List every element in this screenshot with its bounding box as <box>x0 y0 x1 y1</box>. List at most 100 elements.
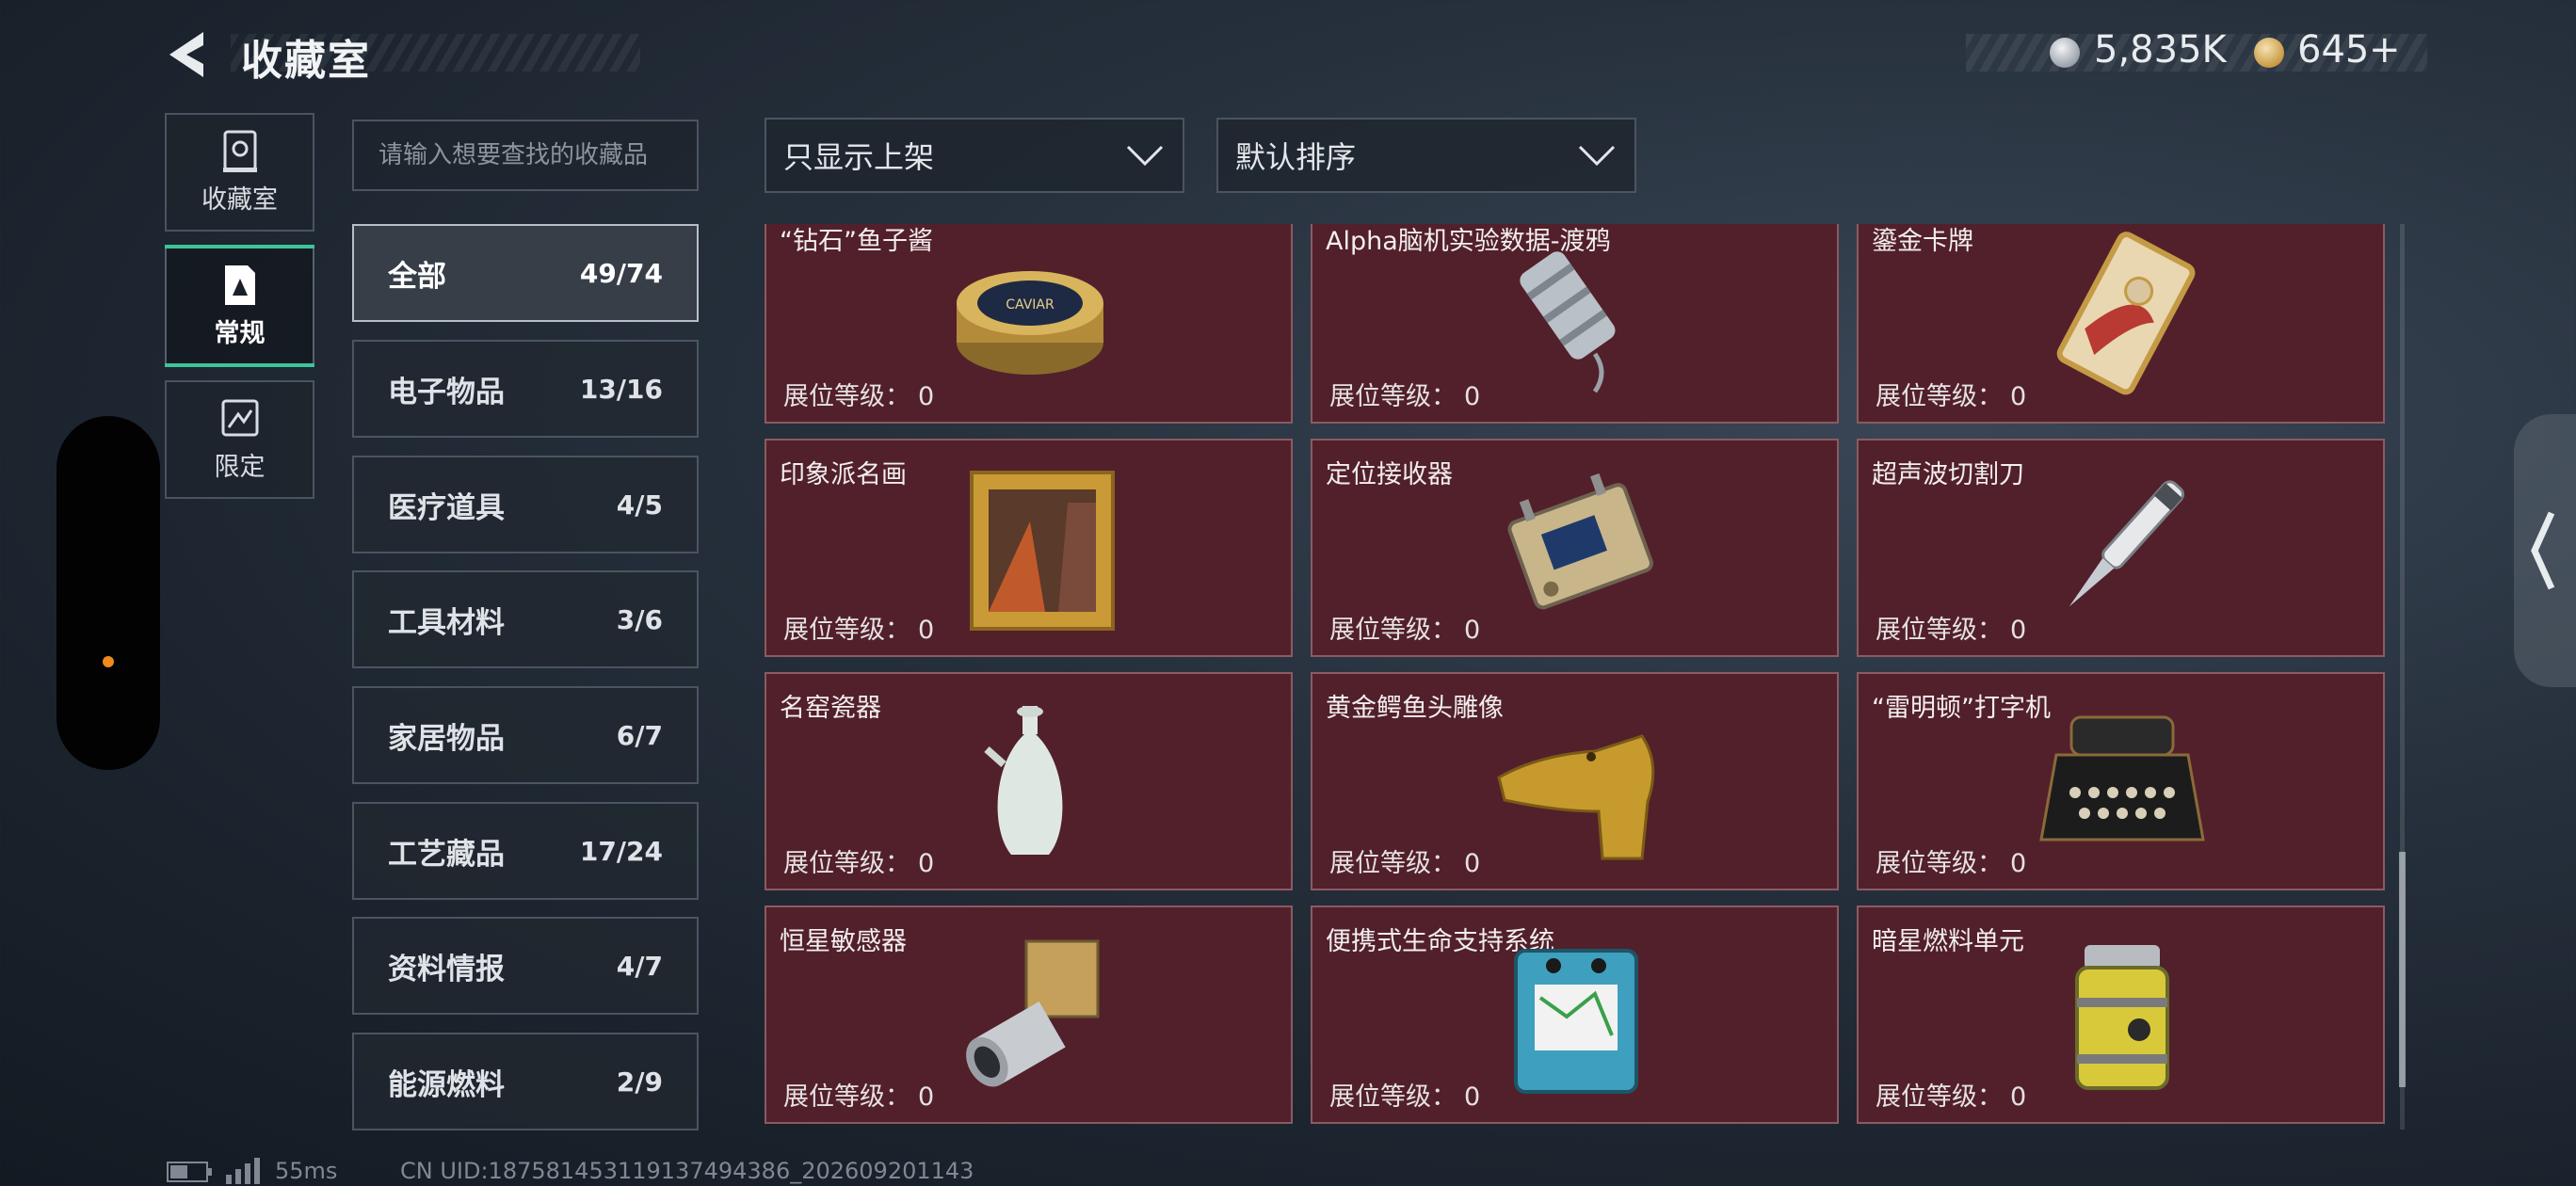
collection-grid[interactable]: “钻石”鱼子酱 CAVIAR 展位等级： 0 Alpha脑机实验数据-渡鸦 展位等… <box>763 224 2388 1128</box>
category-all[interactable]: 全部 49/74 <box>352 224 699 322</box>
framed-painting-icon <box>970 471 1115 631</box>
category-name: 能源燃料 <box>388 1067 505 1102</box>
gold-currency-amount: 645 <box>2297 28 2370 72</box>
search-field[interactable] <box>352 120 699 191</box>
item-name: 超声波切割刀 <box>1872 460 2024 489</box>
right-panel-tab[interactable] <box>2514 414 2576 687</box>
porcelain-vase-icon <box>984 706 1063 855</box>
back-button[interactable] <box>162 26 215 83</box>
level-value: 0 <box>2010 382 2027 411</box>
category-count: 6/7 <box>616 719 663 751</box>
item-level-row: 展位等级： 0 <box>1876 1076 2026 1113</box>
gilded-card-icon <box>2056 232 2196 395</box>
page-title: 收藏室 <box>241 37 371 85</box>
chevron-left-icon <box>2531 511 2555 590</box>
category-intel[interactable]: 资料情报 4/7 <box>352 917 699 1015</box>
golden-crocodile-statue-icon <box>1497 734 1655 860</box>
sort-dropdown[interactable]: 默认排序 <box>1216 118 1636 193</box>
collection-item-card[interactable]: “雷明顿”打字机 展位等级： 0 <box>1857 672 2385 890</box>
level-value: 0 <box>2010 616 2027 645</box>
nav-tab-label: 限定 <box>214 452 266 482</box>
collection-item-card[interactable]: 定位接收器 展位等级： 0 <box>1311 439 1839 657</box>
level-label: 展位等级： <box>1329 616 1457 645</box>
category-name: 全部 <box>388 259 446 294</box>
item-name: 恒星敏感器 <box>780 927 907 956</box>
item-name: 名窑瓷器 <box>780 694 881 723</box>
level-value: 0 <box>1464 616 1481 645</box>
nav-tab-limited[interactable]: 限定 <box>165 380 314 499</box>
nav-tab-collection-room[interactable]: 收藏室 <box>165 113 314 232</box>
add-currency-button[interactable]: + <box>2369 28 2401 72</box>
level-label: 展位等级： <box>1329 849 1457 878</box>
svg-text:CAVIAR: CAVIAR <box>1006 297 1055 313</box>
collection-item-card[interactable]: 印象派名画 展位等级： 0 <box>765 439 1293 657</box>
category-name: 工具材料 <box>388 605 505 640</box>
gold-coin-icon <box>2254 38 2284 68</box>
category-name: 工艺藏品 <box>388 837 505 872</box>
search-input[interactable] <box>354 121 697 189</box>
item-level-row: 展位等级： 0 <box>1876 842 2026 879</box>
collection-item-card[interactable]: “钻石”鱼子酱 CAVIAR 展位等级： 0 <box>765 224 1293 424</box>
item-level-row: 展位等级： 0 <box>783 1076 934 1113</box>
item-name: 暗星燃料单元 <box>1872 927 2024 956</box>
category-crafts[interactable]: 工艺藏品 17/24 <box>352 802 699 900</box>
shelf-filter-dropdown[interactable]: 只显示上架 <box>765 118 1184 193</box>
item-name: “雷明顿”打字机 <box>1872 694 2051 723</box>
dropdown-value: 默认排序 <box>1235 139 1357 175</box>
active-indicator-top <box>165 245 314 248</box>
chevron-down-icon <box>1126 145 1164 167</box>
level-value: 0 <box>2010 849 2027 878</box>
category-name: 资料情报 <box>388 952 505 986</box>
ultrasonic-knife-icon <box>2069 480 2185 607</box>
item-name: 印象派名画 <box>780 460 907 489</box>
item-level-row: 展位等级： 0 <box>1329 1076 1480 1113</box>
level-label: 展位等级： <box>783 849 910 878</box>
silver-coin-icon <box>2050 38 2080 68</box>
back-arrow-icon <box>169 32 203 77</box>
item-level-row: 展位等级： 0 <box>783 609 934 646</box>
ping-readout: 55ms <box>275 1158 338 1184</box>
level-label: 展位等级： <box>1876 616 2003 645</box>
category-household[interactable]: 家居物品 6/7 <box>352 686 699 784</box>
level-label: 展位等级： <box>783 382 910 411</box>
active-indicator-bottom <box>165 363 314 367</box>
category-count: 49/74 <box>579 257 663 289</box>
level-label: 展位等级： <box>1876 382 2003 411</box>
collection-item-card[interactable]: 超声波切割刀 展位等级： 0 <box>1857 439 2385 657</box>
item-level-row: 展位等级： 0 <box>1329 842 1480 879</box>
level-value: 0 <box>1464 382 1481 411</box>
item-level-row: 展位等级： 0 <box>1876 376 2026 412</box>
category-count: 17/24 <box>579 835 663 867</box>
item-level-row: 展位等级： 0 <box>1876 609 2026 646</box>
collection-item-card[interactable]: 鎏金卡牌 展位等级： 0 <box>1857 224 2385 424</box>
category-energy[interactable]: 能源燃料 2/9 <box>352 1033 699 1130</box>
nav-tab-regular[interactable]: 常规 <box>165 245 314 367</box>
category-count: 13/16 <box>579 373 663 405</box>
level-label: 展位等级： <box>783 1082 910 1112</box>
category-medical[interactable]: 医疗道具 4/5 <box>352 456 699 553</box>
nav-tab-label: 收藏室 <box>201 184 278 215</box>
data-cylinder-icon <box>1520 251 1616 393</box>
item-name: “钻石”鱼子酱 <box>780 227 933 256</box>
side-drawer-handle[interactable] <box>56 416 160 770</box>
collection-item-card[interactable]: 黄金鳄鱼头雕像 展位等级： 0 <box>1311 672 1839 890</box>
category-name: 电子物品 <box>388 375 505 409</box>
grid-scrollbar-thumb[interactable] <box>2399 852 2406 1087</box>
category-count: 4/5 <box>616 489 663 521</box>
collection-item-card[interactable]: 恒星敏感器 展位等级： 0 <box>765 906 1293 1124</box>
nav-tab-label: 常规 <box>214 318 266 348</box>
collection-item-card[interactable]: 暗星燃料单元 展位等级： 0 <box>1857 906 2385 1124</box>
category-electronics[interactable]: 电子物品 13/16 <box>352 340 699 438</box>
level-label: 展位等级： <box>1876 1082 2003 1112</box>
notification-dot <box>103 656 114 667</box>
category-count: 4/7 <box>616 950 663 982</box>
collection-item-card[interactable]: Alpha脑机实验数据-渡鸦 展位等级： 0 <box>1311 224 1839 424</box>
item-name: 黄金鳄鱼头雕像 <box>1326 694 1504 723</box>
signal-strength-icon <box>226 1158 260 1184</box>
category-tools[interactable]: 工具材料 3/6 <box>352 570 699 668</box>
level-label: 展位等级： <box>1329 1082 1457 1112</box>
collection-item-card[interactable]: 名窑瓷器 展位等级： 0 <box>765 672 1293 890</box>
collection-item-card[interactable]: 便携式生命支持系统 展位等级： 0 <box>1311 906 1839 1124</box>
level-label: 展位等级： <box>1876 849 2003 878</box>
level-value: 0 <box>918 1082 935 1112</box>
